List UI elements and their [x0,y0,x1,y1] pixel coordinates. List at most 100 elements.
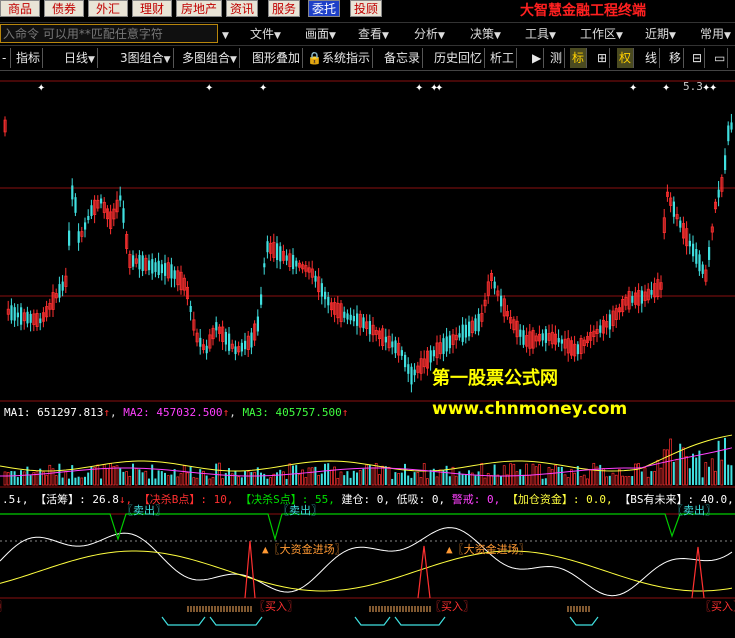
toolbar-system-indicator[interactable]: 🔒系统指示 [305,48,373,68]
up-arrow-icon: ↑ [103,406,110,419]
menu-file[interactable]: 文件▼ [250,23,281,45]
toolbar-analysis-tool[interactable]: 析工 [488,48,518,68]
candle-body [173,270,176,279]
volume-bar [643,467,647,486]
volume-bar [384,466,387,485]
candle-body [138,254,141,270]
menu-view-screen[interactable]: 画面▼ [305,23,336,45]
menu-view[interactable]: 查看▼ [358,23,389,45]
volume-bar [566,477,570,486]
volume-bar [195,477,199,486]
volume-bar [454,475,458,486]
chevron-down-icon: ▼ [494,31,501,41]
toolbar-label: 日线 [64,51,89,65]
volume-bar [560,466,563,485]
play-icon[interactable]: ▶ [530,48,545,68]
volume-bar [483,477,487,486]
toolbar-handle[interactable]: - [0,48,11,68]
capital-signal-2: ▲〖大资金进场〗 [446,541,530,557]
buy-spike [244,540,256,599]
candle-body [58,284,61,298]
menu-label: 常用 [700,27,725,41]
volume-bar [682,447,685,486]
marker-icon: ✦ [259,83,267,94]
toolbar-mark[interactable]: 标 [570,48,588,68]
chevron-down-icon: ▼ [230,55,237,65]
toolbar-multichart[interactable]: 多图组合▼ [180,48,240,68]
menu-common[interactable]: 常用▼ [700,23,731,45]
toolbar-history[interactable]: 历史回忆 [432,48,486,68]
window-icon[interactable]: ⊟ [690,48,706,68]
volume-bar [557,466,560,485]
volume-bar [621,475,624,486]
minimize-icon[interactable]: ▭ [712,48,729,68]
toolbar-indicator[interactable]: 指标 [14,48,44,68]
tab-commodities[interactable]: 商品 [0,0,40,17]
toolbar-daily[interactable]: 日线▼ [62,48,98,68]
marker-icon: ✦ [415,83,423,94]
volume-bar [292,465,294,485]
volume-bar [122,471,125,485]
candle-body [148,260,151,271]
volume-bar [464,474,467,485]
toolbar-move[interactable]: 移 [667,48,685,68]
volume-bar [80,477,84,486]
candle-body [327,296,330,306]
candle-body [189,306,192,312]
ma1-label: MA1: 651297.813 [4,406,104,419]
tab-advisor[interactable]: 投顾 [350,0,382,17]
candlestick-chart[interactable]: ✦ ✦ ✦ ✦ ✦✦ ✦ ✦ ✦✦ [0,71,735,635]
volume-bar [659,467,663,486]
chart-area[interactable]: ✦ ✦ ✦ ✦ ✦ ✦ ✦ ✦ ✦ ✦ 5.3 MA1: 651297.813↑, MA2: 45… [0,71,735,635]
volume-bar [397,473,400,486]
candle-body [205,345,208,354]
menu-recent[interactable]: 近期▼ [645,23,676,45]
chevron-down-icon: ▼ [724,31,731,41]
marker-icon: ✦ [709,83,717,94]
candle-body [215,322,218,331]
candle-body [679,220,682,228]
volume-bar [714,470,717,486]
toolbar-overlay[interactable]: 图形叠加 [250,48,304,68]
menu-label: 文件 [250,27,275,41]
toolbar-label: 系统指示 [321,51,370,65]
candle-body [404,354,407,368]
crosshair-icon[interactable]: ⊞ [595,48,611,68]
tab-entrust[interactable]: 委托 [308,0,340,17]
tab-wealth[interactable]: 理财 [132,0,172,17]
menu-tools[interactable]: 工具▼ [525,23,556,45]
volume-bar [448,476,451,485]
volume-bar [244,470,246,485]
candle-body [39,318,42,324]
candle-body [346,313,349,320]
command-input[interactable]: 入命令 可以用**匹配任意字符 [0,24,218,43]
volume-bar [582,474,586,486]
volume-bar [480,462,484,486]
volume-bar [250,472,253,485]
tab-real-estate[interactable]: 房地产 [176,0,222,17]
toolbar-memo[interactable]: 备忘录 [382,48,424,68]
volume-bar [500,476,502,485]
volume-bar [77,476,80,485]
volume-bar [20,470,22,485]
tab-service[interactable]: 服务 [268,0,300,17]
toolbar-3chart[interactable]: 3图组合▼ [118,48,174,68]
volume-bar [490,475,493,486]
toolbar-measure[interactable]: 测 [548,48,566,68]
volume-bar [724,437,726,485]
volume-bar [138,469,141,485]
menu-decision[interactable]: 决策▼ [470,23,501,45]
volume-bar [160,471,163,485]
toolbar-rights[interactable]: 权 [617,48,635,68]
tab-news[interactable]: 资讯 [226,0,258,17]
toolbar-line[interactable]: 线 [643,48,661,68]
tab-bonds[interactable]: 债券 [44,0,84,17]
menu-analysis[interactable]: 分析▼ [414,23,445,45]
menu-arrow-icon[interactable]: ▼ [222,23,229,45]
candle-body [119,195,122,201]
toolbar-label: 3图组合 [120,51,164,65]
candle-body [90,205,93,216]
tab-forex[interactable]: 外汇 [88,0,128,17]
volume-bar [662,449,666,486]
menu-workspace[interactable]: 工作区▼ [580,23,623,45]
